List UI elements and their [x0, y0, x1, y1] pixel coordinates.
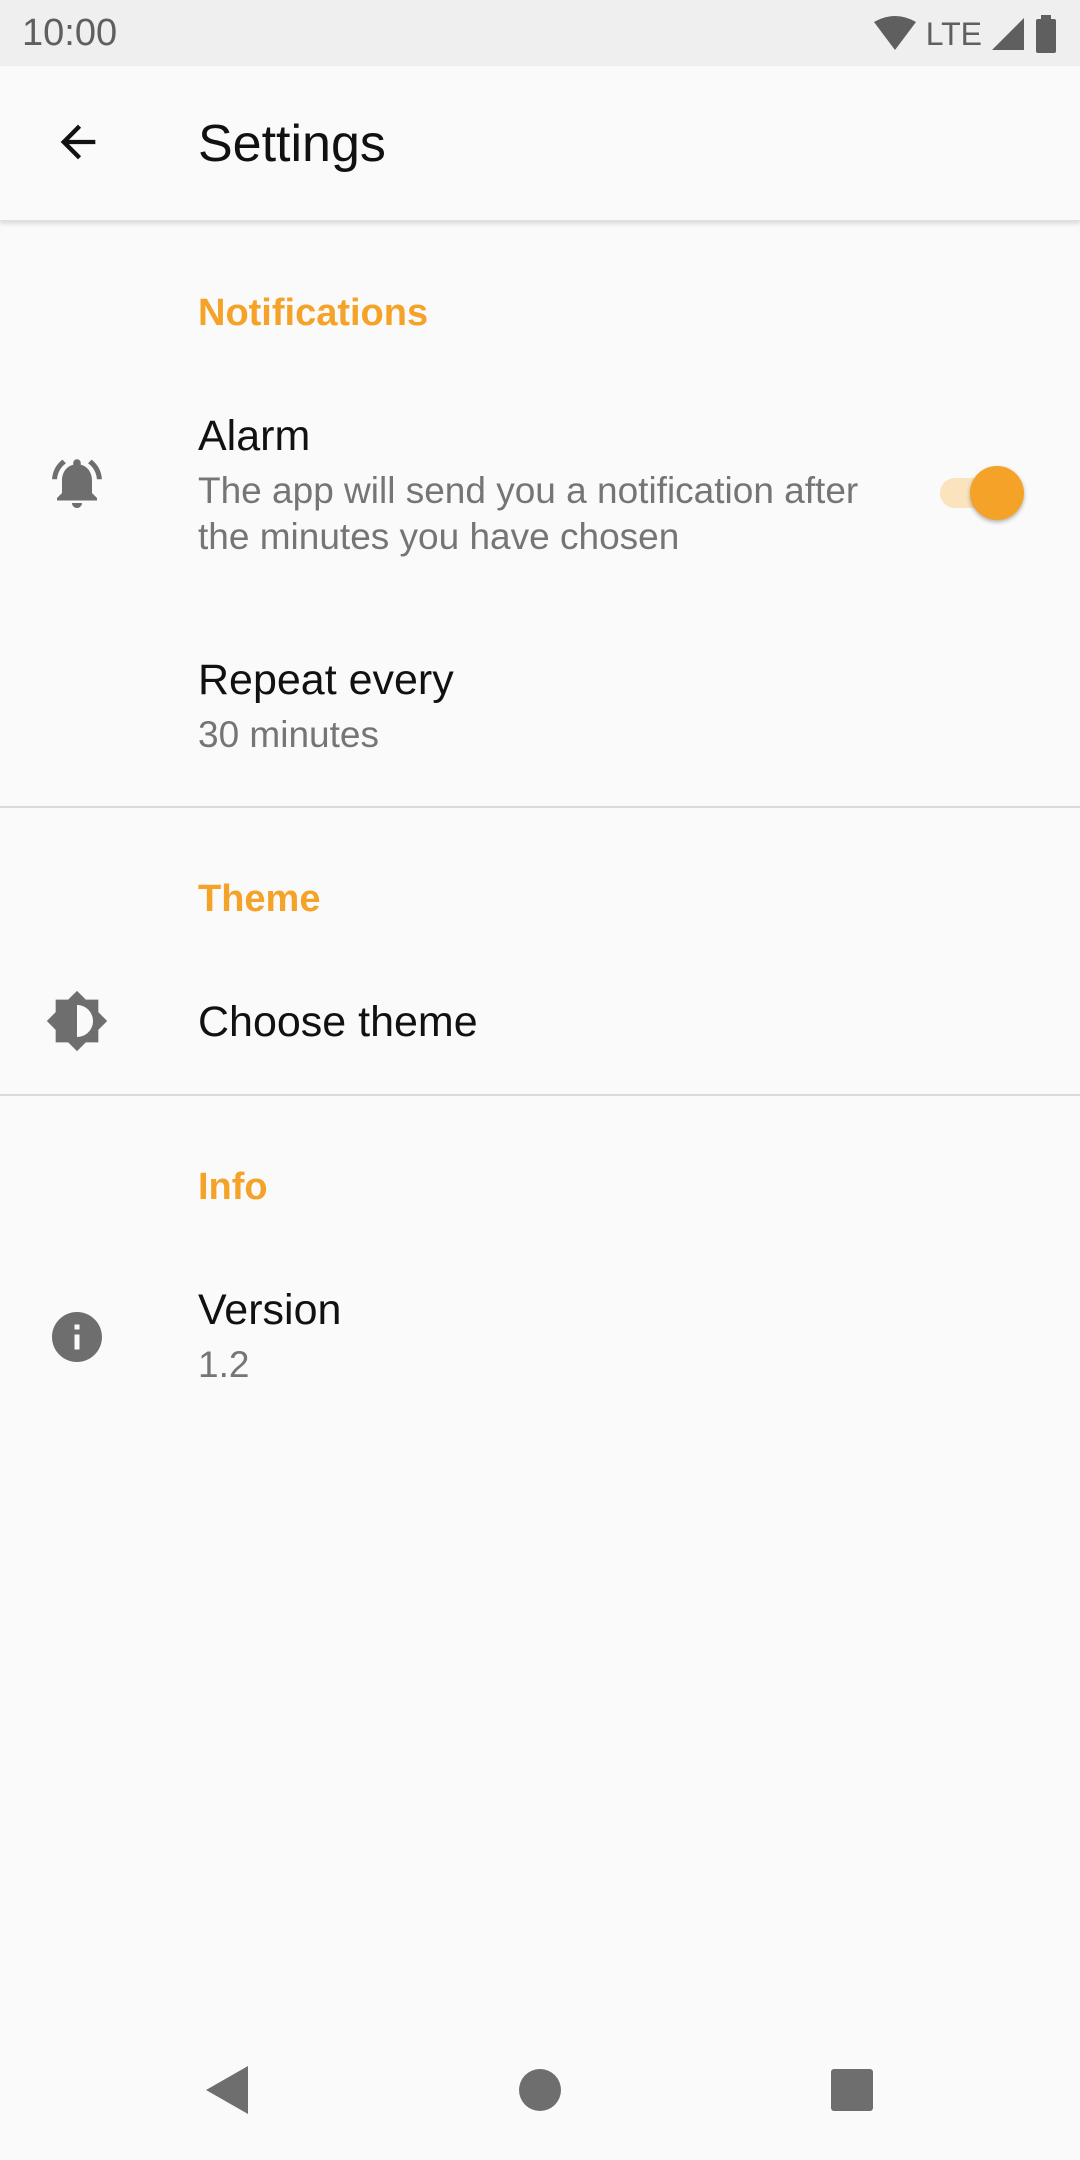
section-header-theme: Theme — [198, 878, 321, 920]
version-preference[interactable]: Version 1.2 — [0, 1278, 1080, 1408]
wifi-icon — [873, 16, 916, 50]
nav-back-button[interactable] — [196, 2060, 256, 2120]
battery-icon — [1036, 15, 1056, 53]
nav-home-button[interactable] — [510, 2060, 570, 2120]
alarm-toggle[interactable] — [936, 462, 1032, 522]
version-title: Version — [198, 1286, 342, 1334]
alarm-preference[interactable]: Alarm The app will send you a notificati… — [0, 400, 1080, 580]
repeat-every-preference[interactable]: Repeat every 30 minutes — [0, 650, 1080, 780]
info-icon — [44, 1304, 110, 1370]
navigation-bar — [0, 2020, 1080, 2160]
repeat-every-summary: 30 minutes — [198, 714, 379, 755]
bell-ringing-icon — [44, 450, 110, 516]
network-type-label: LTE — [925, 15, 982, 52]
brightness-icon — [44, 988, 110, 1054]
nav-back-icon — [206, 2066, 248, 2114]
section-header-notifications: Notifications — [198, 292, 429, 334]
alarm-title: Alarm — [198, 412, 311, 460]
app-bar: Settings — [0, 66, 1080, 221]
status-icons: LTE — [872, 14, 1058, 54]
version-summary: 1.2 — [198, 1344, 250, 1385]
back-button[interactable] — [40, 104, 116, 180]
settings-screen: 10:00 LTE Settings Notifications Alarm T… — [0, 0, 1080, 2160]
choose-theme-title: Choose theme — [198, 998, 478, 1046]
status-time: 10:00 — [22, 12, 118, 54]
signal-icon — [992, 18, 1024, 50]
choose-theme-preference[interactable]: Choose theme — [0, 968, 1080, 1078]
nav-recents-button[interactable] — [822, 2060, 882, 2120]
section-divider — [0, 1094, 1080, 1096]
status-bar: 10:00 LTE — [0, 0, 1080, 66]
nav-home-icon — [519, 2069, 561, 2111]
page-title: Settings — [198, 115, 386, 173]
nav-recents-icon — [831, 2069, 873, 2111]
alarm-toggle-thumb — [970, 466, 1024, 520]
section-header-info: Info — [198, 1166, 268, 1208]
repeat-every-title: Repeat every — [198, 656, 454, 704]
section-divider — [0, 806, 1080, 808]
alarm-summary: The app will send you a notification aft… — [198, 470, 859, 557]
arrow-back-icon — [60, 124, 96, 160]
